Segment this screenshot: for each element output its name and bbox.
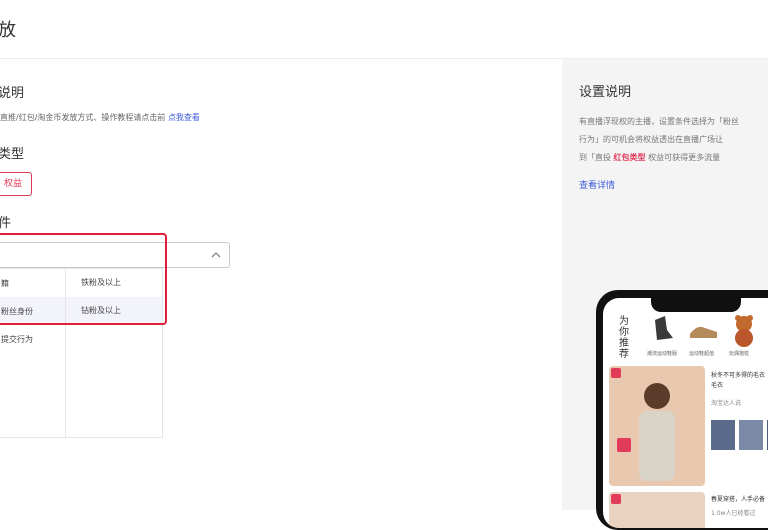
side-text-line-2: 行为」的可机会将权益透出在直播广场让 xyxy=(579,135,723,144)
side-text-line-3: 到「直投 红包类型 权益可获得更多流量 xyxy=(579,152,720,163)
side-text-prefix: 到「直投 xyxy=(579,153,611,162)
recommend-title: 为你推荐 xyxy=(619,316,629,360)
bear-toy-icon xyxy=(735,315,753,347)
side-text-highlight: 红包类型 xyxy=(613,153,646,162)
side-text-suffix: 权益可获得更多流量 xyxy=(648,153,721,162)
card-author: 淘宝达人说 xyxy=(711,400,742,407)
thumbnail-1 xyxy=(711,420,735,450)
thumbnail-2 xyxy=(739,420,763,450)
red-packet-icon xyxy=(617,438,631,452)
option-left-3[interactable]: 提交行为 xyxy=(1,334,33,345)
product-label-2: 运动鞋超值 xyxy=(689,351,715,357)
phone-screen: 为你推荐 潮流运动鞋服 运动鞋超值 玩偶抱枕 秋冬不可多得的毛衣 毛衣 淘宝达人… xyxy=(603,298,768,528)
type-chip-selected[interactable]: 权益 xyxy=(0,172,32,196)
person-figure-icon xyxy=(639,383,675,481)
description-body: 直推/红包/淘金币发放方式、操作教程请点击前 xyxy=(0,113,166,122)
side-text-line-1: 有直播浮现权的主播，设置条件选择为「粉丝 xyxy=(579,117,739,126)
view-details-link[interactable]: 查看详情 xyxy=(579,178,615,191)
side-panel-title: 设置说明 xyxy=(579,85,632,100)
section-description-title: 说明 xyxy=(0,86,25,101)
feed-card-image xyxy=(609,366,705,486)
description-text: 直推/红包/淘金币发放方式、操作教程请点击前 点我查看 xyxy=(0,112,200,123)
product-label-3: 玩偶抱枕 xyxy=(729,351,750,357)
shoe-product-icon xyxy=(690,326,717,338)
phone-mockup: 为你推荐 潮流运动鞋服 运动鞋超值 玩偶抱枕 秋冬不可多得的毛衣 毛衣 淘宝达人… xyxy=(596,290,768,530)
section-condition-title: 件 xyxy=(0,216,12,231)
phone-notch xyxy=(651,298,741,312)
highlight-annotation-box xyxy=(0,233,167,325)
sneaker-product-icon xyxy=(655,316,673,340)
red-badge-icon-2 xyxy=(611,494,621,504)
card-title-1: 秋冬不可多得的毛衣 xyxy=(711,372,766,379)
card-title-2: 毛衣 xyxy=(711,382,724,389)
chevron-up-icon xyxy=(211,252,221,258)
card2-title: 春夏穿搭，人手必备 xyxy=(711,496,766,503)
view-tutorial-link[interactable]: 点我查看 xyxy=(168,113,200,122)
top-bar: 放 xyxy=(0,0,768,59)
page-title: 放 xyxy=(0,20,16,41)
section-type-title: 类型 xyxy=(0,147,25,162)
card2-meta: 1.0w人已经看过 xyxy=(711,510,756,517)
feed-card-2-image xyxy=(609,492,705,528)
product-label-1: 潮流运动鞋服 xyxy=(647,351,678,357)
red-badge-icon xyxy=(611,368,621,378)
